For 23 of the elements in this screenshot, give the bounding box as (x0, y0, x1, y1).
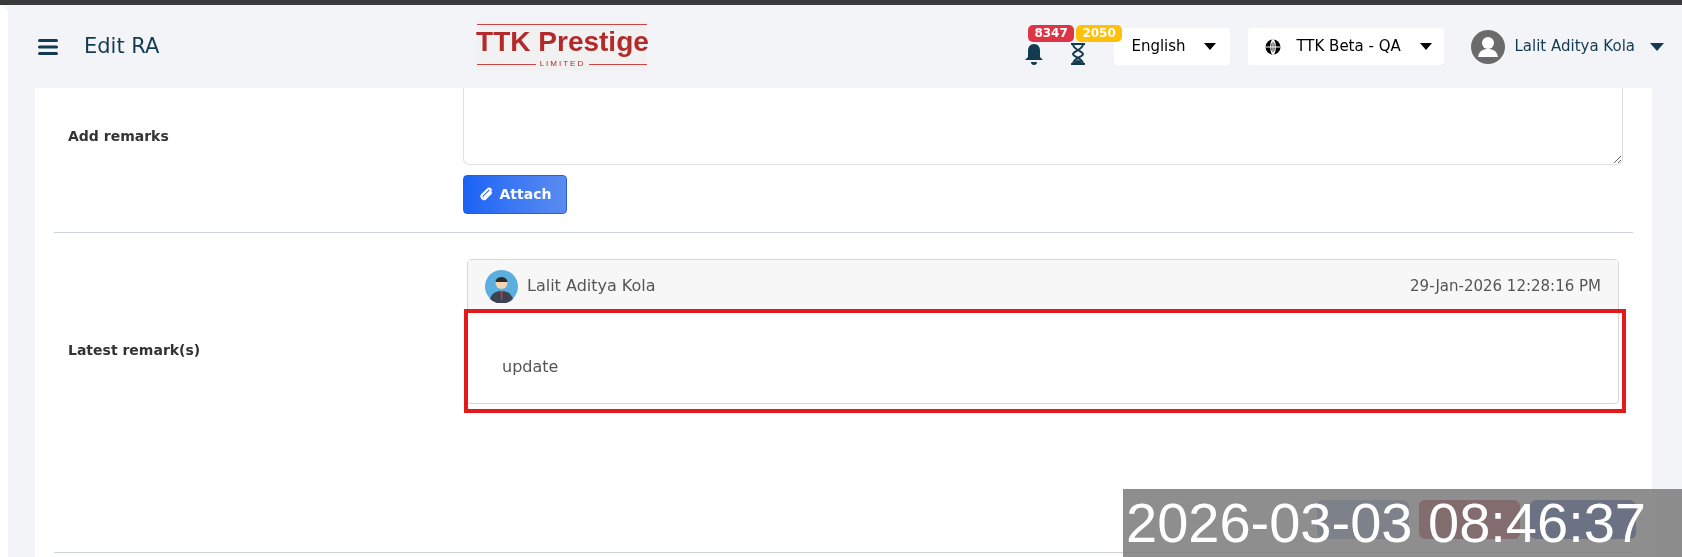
company-logo: TTK Prestige LIMITED (477, 22, 648, 71)
bell-icon[interactable] (1024, 42, 1045, 65)
remark-time: 29-Jan-2026 12:28:16 PM (1410, 275, 1601, 297)
user-menu[interactable]: Lalit Aditya Kola (1471, 29, 1664, 64)
remark-text: update (502, 357, 559, 376)
person-avatar-icon (485, 269, 518, 303)
paperclip-icon (478, 186, 494, 203)
menu-icon[interactable] (38, 38, 58, 55)
attach-button[interactable]: Attach (463, 175, 567, 214)
environment-dropdown[interactable]: TTK Beta - QA (1248, 28, 1445, 65)
caret-icon (1650, 42, 1664, 51)
user-avatar-icon (1471, 29, 1506, 64)
hourglass-icon[interactable] (1070, 42, 1087, 65)
notification-count: 8347 (1028, 24, 1074, 42)
caret-icon (1419, 43, 1432, 50)
pending-count: 2050 (1076, 24, 1122, 42)
timestamp-overlay: 2026-03-03 08:46:37 (1123, 489, 1682, 557)
remark-author: Lalit Aditya Kola (527, 275, 656, 297)
field-label: Latest remark(s) (68, 342, 201, 358)
globe-icon (1265, 38, 1282, 55)
caret-icon (1203, 43, 1216, 50)
page-title: Edit RA (84, 32, 160, 60)
field-label: Add remarks (68, 128, 169, 144)
